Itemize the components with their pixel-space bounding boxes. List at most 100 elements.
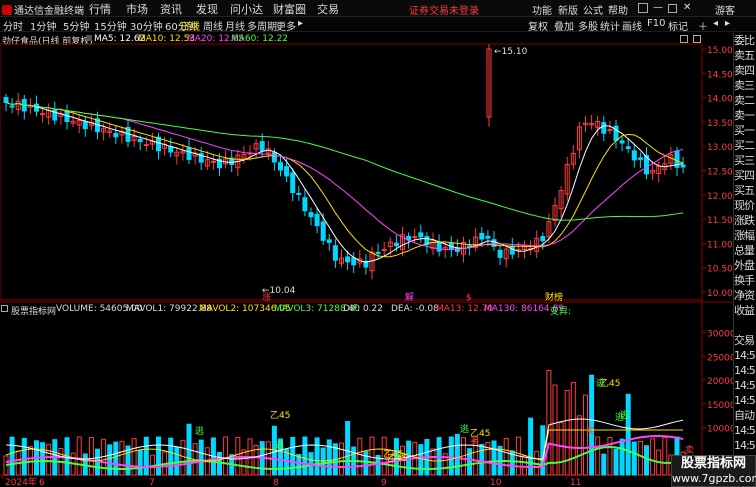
volume-bar xyxy=(271,425,277,476)
menu-market[interactable]: 市场 xyxy=(126,1,148,17)
volume-bar xyxy=(314,437,320,476)
volume-tick-label: 20000 xyxy=(707,377,736,387)
candle-body xyxy=(662,163,668,170)
volume-bar xyxy=(223,436,229,476)
volume-bar xyxy=(589,374,595,476)
volume-bar xyxy=(528,417,534,476)
volume-bar xyxy=(454,433,460,476)
candle-body xyxy=(229,157,235,166)
candle-body xyxy=(400,234,405,251)
settings-icon[interactable] xyxy=(638,3,648,13)
menu-quotes[interactable]: 行情 xyxy=(89,1,111,17)
candle-body xyxy=(192,152,198,157)
menu-discover[interactable]: 发现 xyxy=(196,1,218,17)
volume-bar xyxy=(217,451,222,476)
variation-label: 变异: xyxy=(550,307,572,317)
signal-label: 逃 xyxy=(460,423,469,435)
volume-bar xyxy=(540,425,546,476)
minimize-icon[interactable]: — xyxy=(653,2,663,13)
candle-body xyxy=(668,154,674,164)
watermark: 股票指标网 www.7gpzb.com xyxy=(671,455,756,487)
tool-mark[interactable]: 标记 xyxy=(668,18,688,33)
menu-help[interactable]: 帮助 xyxy=(608,2,628,17)
app-logo-icon xyxy=(2,5,12,15)
menu-newversion[interactable]: 新版 xyxy=(558,2,578,17)
volume-bar xyxy=(64,437,70,476)
menu-xiaoda[interactable]: 问小达 xyxy=(230,1,263,17)
signal-label: 乙45 xyxy=(600,378,620,389)
indicator-toggle-icon[interactable] xyxy=(86,35,92,41)
candle-body xyxy=(656,165,662,175)
period-5min[interactable]: 5分钟 xyxy=(63,18,89,33)
candle-body xyxy=(589,123,595,126)
volume-bar xyxy=(619,438,625,476)
menu-wealth[interactable]: 财富圈 xyxy=(273,1,306,17)
candle-body xyxy=(406,235,412,241)
candlesticks xyxy=(3,44,686,280)
sub-indicator-name: 股票指标网 xyxy=(11,307,57,317)
chevron-right-icon[interactable]: ▸ xyxy=(725,18,730,29)
candle-body xyxy=(180,150,186,154)
sidelist-item-5: 卖一 xyxy=(734,109,755,122)
sidelist-item-11: 现价 xyxy=(734,199,755,212)
chart-maximize-icon[interactable] xyxy=(693,35,701,43)
menu-function[interactable]: 功能 xyxy=(532,2,552,17)
tool-overlay[interactable]: 叠加 xyxy=(554,18,574,33)
period-15min[interactable]: 15分钟 xyxy=(94,18,127,33)
candle-body xyxy=(424,236,430,246)
candle-body xyxy=(320,221,326,241)
volume-bar xyxy=(406,440,412,476)
volume-bar xyxy=(113,441,119,476)
close-icon[interactable]: ✕ xyxy=(683,2,691,13)
price-tick-label: 12.50 xyxy=(707,168,733,178)
volume-bar xyxy=(381,436,387,476)
period-weekly[interactable]: 周线 xyxy=(203,18,223,33)
period-30min[interactable]: 30分钟 xyxy=(130,18,163,33)
period-daily[interactable]: 日线 xyxy=(180,18,200,33)
period-more[interactable]: 更多 xyxy=(276,18,296,33)
tool-adjust[interactable]: 复权 xyxy=(528,18,548,33)
event-marker: 财榜 xyxy=(545,291,563,303)
candle-body xyxy=(70,120,76,124)
tool-stats[interactable]: 统计 xyxy=(600,18,620,33)
menu-trade[interactable]: 交易 xyxy=(317,1,339,17)
tool-multistock[interactable]: 多股 xyxy=(578,18,598,33)
chevron-left-icon[interactable]: ◂ xyxy=(713,18,718,29)
menu-news[interactable]: 资讯 xyxy=(160,1,182,17)
signal-label: 买 xyxy=(586,426,595,437)
menu-formula[interactable]: 公式 xyxy=(583,2,603,17)
candle-body xyxy=(58,113,64,117)
signal-label: 逃 xyxy=(615,411,624,423)
period-timeshare[interactable]: 分时 xyxy=(3,18,23,33)
candle-body xyxy=(15,100,21,110)
chart-canvas[interactable]: 15.00 14.50 14.00 13.50 13.00 12.50 12.00 11.50… xyxy=(0,0,756,487)
period-multi[interactable]: 多周期 xyxy=(247,18,277,33)
chart-settings-icon[interactable] xyxy=(680,35,688,43)
period-monthly[interactable]: 月线 xyxy=(225,18,245,33)
candle-body xyxy=(9,105,15,108)
volume-bar xyxy=(101,438,107,476)
sidelist-item-25: 自动 xyxy=(734,409,755,422)
tool-draw[interactable]: 画线 xyxy=(622,18,642,33)
sidelist-item-18: 收益 xyxy=(734,304,755,317)
sidelist-item-7: 买二 xyxy=(734,139,755,152)
guest-label[interactable]: 游客 xyxy=(715,2,735,17)
volume-bar xyxy=(357,437,363,476)
volume-bar xyxy=(497,445,503,476)
tool-f10[interactable]: F10 xyxy=(647,18,665,29)
login-alert[interactable]: 证券交易未登录 xyxy=(409,2,479,17)
candle-body xyxy=(168,145,174,153)
volume-tick-label: 30000 xyxy=(707,330,736,340)
add-stock-icon[interactable]: ＋ xyxy=(698,18,708,33)
sub-collapse-icon[interactable] xyxy=(1,305,8,312)
ma5-line xyxy=(5,101,684,263)
volume-bar xyxy=(88,437,94,476)
maximize-icon[interactable] xyxy=(668,4,677,13)
candle-body xyxy=(265,148,271,154)
candle-body xyxy=(637,157,643,160)
volume-bar xyxy=(564,389,570,476)
period-more-arrow-icon[interactable]: ▸ xyxy=(298,18,303,29)
candle-body xyxy=(503,248,509,260)
period-1min[interactable]: 1分钟 xyxy=(30,18,56,33)
candle-body xyxy=(278,162,283,171)
